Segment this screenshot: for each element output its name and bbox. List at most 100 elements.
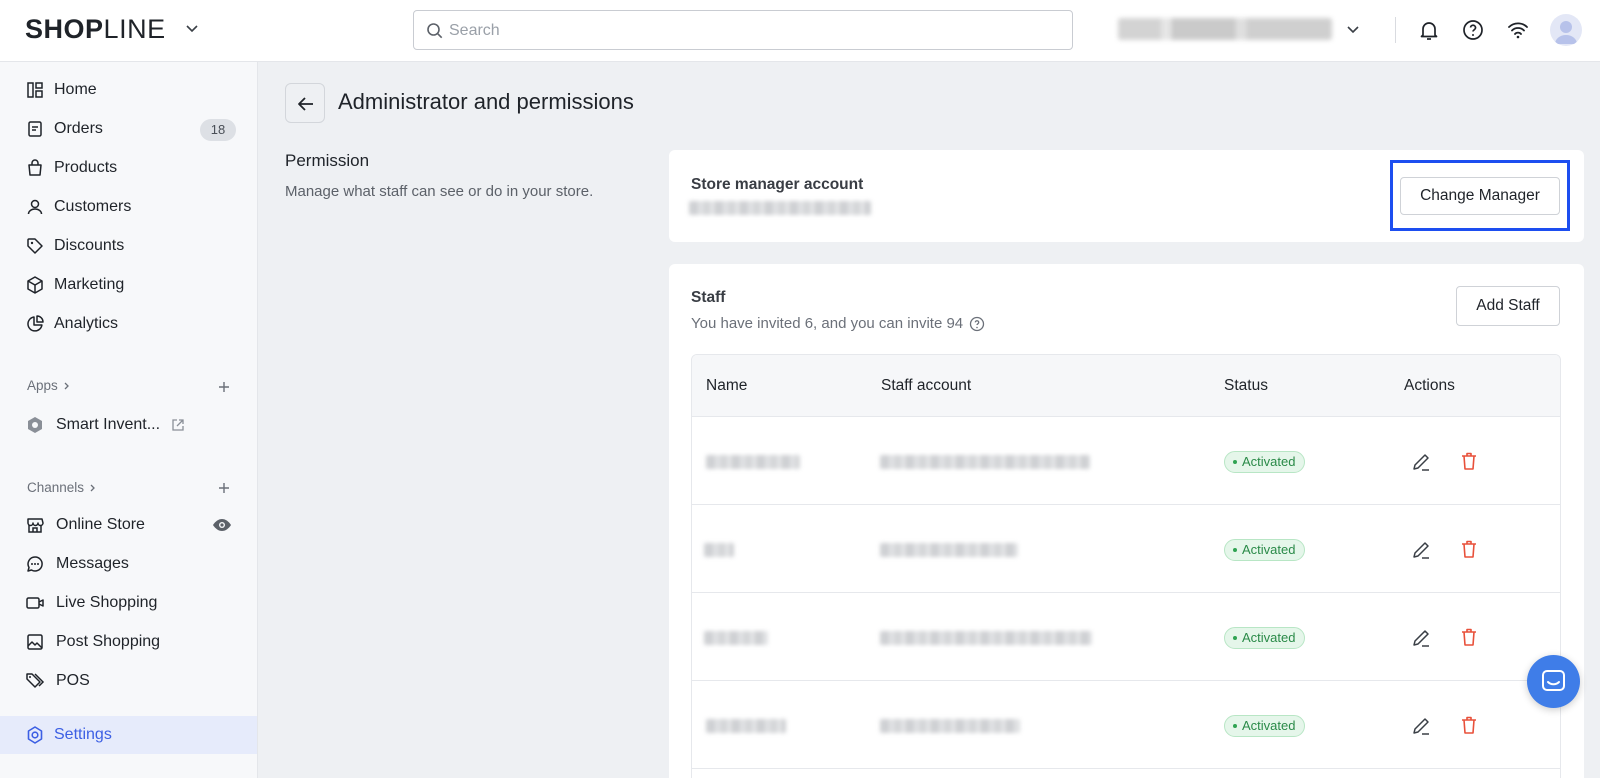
back-button[interactable] [285,83,325,123]
edit-pencil-icon[interactable] [1410,539,1432,561]
table-row[interactable]: Activated [692,681,1560,769]
sidebar-item-messages[interactable]: Messages [0,545,257,583]
staff-account-blurred [880,631,1092,645]
page-title: Administrator and permissions [338,89,634,114]
help-circle-icon[interactable] [969,316,985,332]
change-manager-button[interactable]: Change Manager [1400,177,1560,215]
staff-table: Name Staff account Status Actions Activa… [691,354,1561,778]
sidebar-item-orders[interactable]: Orders 18 [0,110,257,148]
image-icon [27,634,43,650]
edit-pencil-icon[interactable] [1410,451,1432,473]
logo-text-4: LINE [103,14,166,44]
staff-name-blurred [706,455,800,469]
table-row[interactable]: Activated [692,417,1560,505]
status-label: Activated [1242,718,1296,733]
sidebar-item-discounts[interactable]: Discounts [0,227,257,265]
pos-tag-icon [26,673,45,688]
video-icon [26,597,44,609]
delete-trash-icon[interactable] [1458,626,1480,648]
store-manager-title: Store manager account [691,176,864,193]
status-dot [1233,548,1237,552]
sidebar-item-analytics[interactable]: Analytics [0,305,257,343]
sidebar-item-settings[interactable]: Settings [0,716,257,754]
table-row[interactable]: Activated [692,593,1560,681]
staff-name-blurred [706,719,786,733]
user-icon [27,199,43,215]
staff-card: Staff You have invited 6, and you can in… [669,264,1584,778]
sidebar: Home Orders 18 Products Customers Discou… [0,62,258,778]
bell-icon[interactable] [1417,18,1441,42]
staff-invite-summary: You have invited 6, and you can invite 9… [691,315,985,332]
chevron-down-icon[interactable] [184,20,200,36]
status-label: Activated [1242,542,1296,557]
sidebar-item-label: Orders [54,120,103,137]
support-chat-button[interactable] [1527,655,1580,708]
sidebar-item-label: POS [56,672,90,689]
delete-trash-icon[interactable] [1458,450,1480,472]
sidebar-item-label: Online Store [56,516,145,533]
orders-icon [28,121,42,137]
search-icon [427,23,443,39]
status-badge: Activated [1224,539,1306,561]
sidebar-item-smart-inventory[interactable]: Smart Invent... [0,406,257,444]
sidebar-item-customers[interactable]: Customers [0,188,257,226]
top-bar: SH O P LINE [0,0,1600,62]
add-channel-plus-icon[interactable] [216,480,232,496]
store-chevron-down-icon[interactable] [1345,21,1361,37]
tag-icon [27,238,43,254]
sidebar-item-label: Discounts [54,237,125,254]
wifi-icon[interactable] [1506,18,1530,42]
store-icon [27,518,44,533]
sidebar-item-label: Marketing [54,276,125,293]
sidebar-item-marketing[interactable]: Marketing [0,266,257,304]
sidebar-item-label: Messages [56,555,129,572]
header-divider [1395,17,1396,43]
staff-invite-text: You have invited 6, and you can invite 9… [691,315,964,332]
column-header-actions: Actions [1404,377,1455,394]
permission-section-title: Permission [285,151,370,170]
status-dot [1233,636,1237,640]
status-label: Activated [1242,630,1296,645]
permission-section-description: Manage what staff can see or do in your … [285,183,594,200]
add-app-plus-icon[interactable] [216,379,232,395]
sidebar-item-label: Products [54,159,118,176]
orders-count-badge: 18 [200,119,236,141]
channels-heading[interactable]: Channels [27,480,98,495]
hexagon-icon [28,417,42,433]
sidebar-item-live-shopping[interactable]: Live Shopping [0,584,257,622]
eye-icon[interactable] [212,517,232,533]
shopline-logo[interactable]: SH O P LINE [25,14,166,45]
apps-heading-label: Apps [27,378,58,393]
sidebar-item-home[interactable]: Home [0,71,257,109]
staff-account-blurred [880,455,1090,469]
arrow-left-icon [298,97,313,111]
search-input[interactable] [449,19,1049,43]
delete-trash-icon[interactable] [1458,538,1480,560]
help-icon[interactable] [1461,18,1485,42]
status-label: Activated [1242,454,1296,469]
staff-account-blurred [880,719,1020,733]
delete-trash-icon[interactable] [1458,714,1480,736]
bag-icon [28,159,42,176]
store-manager-email-blurred [689,201,871,215]
edit-pencil-icon[interactable] [1410,627,1432,649]
sidebar-item-label: Analytics [54,315,119,332]
external-link-icon[interactable] [171,418,185,432]
sidebar-item-label: Customers [54,198,132,215]
sidebar-item-post-shopping[interactable]: Post Shopping [0,623,257,661]
apps-heading[interactable]: Apps [27,378,72,393]
sidebar-item-pos[interactable]: POS [0,662,257,700]
edit-pencil-icon[interactable] [1410,715,1432,737]
table-row[interactable]: Activated [692,505,1560,593]
sidebar-item-label: Home [54,81,97,98]
avatar[interactable] [1550,14,1582,46]
sidebar-item-online-store[interactable]: Online Store [0,506,257,544]
store-name-blurred[interactable] [1118,18,1332,40]
pie-chart-icon [27,315,44,332]
staff-title: Staff [691,289,726,306]
search-bar[interactable] [413,10,1073,50]
add-staff-button[interactable]: Add Staff [1456,286,1560,326]
chevron-right-icon [64,382,69,389]
sidebar-item-products[interactable]: Products [0,149,257,187]
table-header: Name Staff account Status Actions [692,355,1560,417]
